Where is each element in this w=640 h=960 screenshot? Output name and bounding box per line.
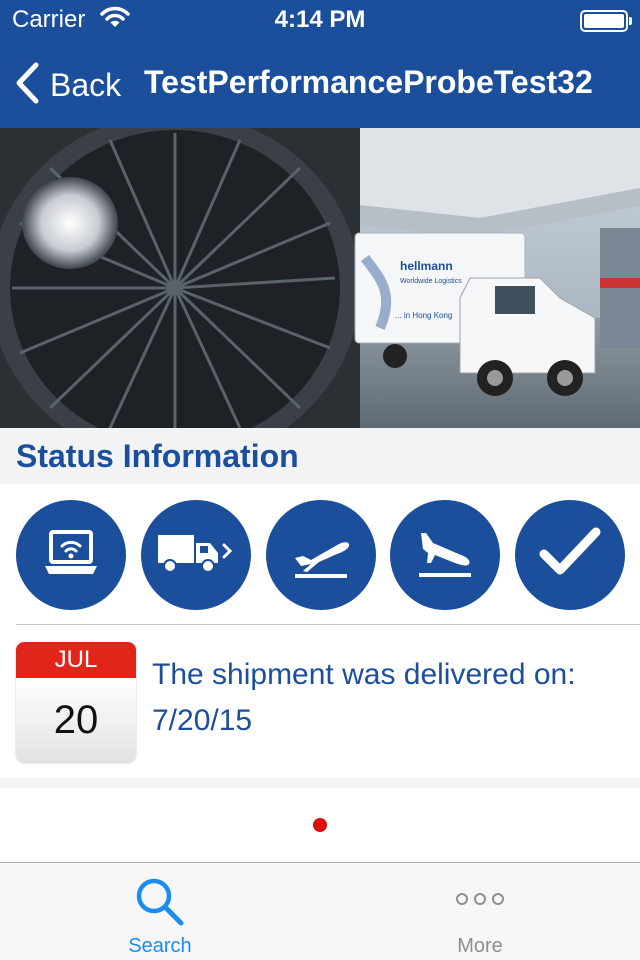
status-step-delivered[interactable] <box>515 500 625 610</box>
status-steps <box>0 484 640 624</box>
tab-search-label: Search <box>128 935 192 957</box>
calendar-icon: JUL 20 <box>16 642 136 762</box>
tab-more-label: More <box>457 935 503 957</box>
delivery-message: The shipment was delivered on: 7/20/15 <box>152 658 576 737</box>
status-step-departed[interactable] <box>266 500 376 610</box>
tab-bar: Search More <box>0 862 640 960</box>
section-title: Status Information <box>16 438 299 474</box>
truck-icon <box>156 531 236 580</box>
delivery-info: JUL 20 The shipment was delivered on: 7/… <box>0 626 640 778</box>
tab-more[interactable]: More <box>320 863 640 960</box>
hero-image: hellmann Worldwide Logistics ... in Hong… <box>0 128 640 428</box>
plane-takeoff-icon <box>289 526 353 585</box>
laptop-wifi-icon <box>41 528 101 583</box>
chevron-left-icon <box>14 62 40 109</box>
truck-location-text: ... in Hong Kong <box>395 311 452 320</box>
status-step-online[interactable] <box>16 500 126 610</box>
page-indicator-dot[interactable] <box>313 818 327 832</box>
battery-icon <box>580 10 632 32</box>
back-label: Back <box>50 67 122 103</box>
truck-brand-text: hellmann <box>400 259 453 273</box>
search-icon <box>133 875 187 934</box>
status-bar: Carrier 4:14 PM <box>0 0 640 40</box>
divider <box>16 624 640 625</box>
tab-search[interactable]: Search <box>0 863 320 960</box>
status-step-pickup[interactable] <box>141 500 251 610</box>
page-title: TestPerformanceProbeTest32 <box>144 64 593 100</box>
back-button[interactable]: Back <box>14 62 121 109</box>
separator-band <box>0 778 640 788</box>
header: Carrier 4:14 PM Back TestPerformanceProb… <box>0 0 640 128</box>
plane-landing-icon <box>413 525 477 586</box>
calendar-day: 20 <box>16 678 136 762</box>
clock: 4:14 PM <box>274 6 366 33</box>
checkmark-icon <box>538 526 602 585</box>
truck-tagline-text: Worldwide Logistics <box>400 278 462 285</box>
section-header: Status Information <box>0 428 640 484</box>
nav-bar: Back TestPerformanceProbeTest32 <box>0 40 640 128</box>
calendar-month: JUL <box>16 642 136 678</box>
more-icon <box>455 891 505 912</box>
status-step-arrived[interactable] <box>390 500 500 610</box>
